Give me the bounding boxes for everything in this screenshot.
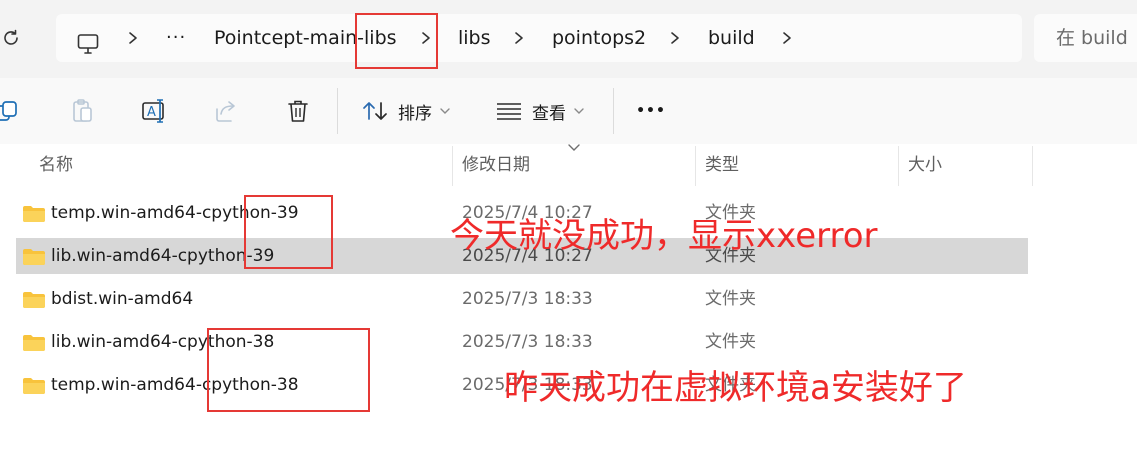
column-header-size[interactable]: 大小 — [908, 144, 942, 186]
annotation-box — [207, 328, 370, 412]
this-pc-button[interactable] — [76, 26, 100, 54]
view-label: 查看 — [532, 103, 566, 124]
paste-icon — [73, 99, 92, 122]
breadcrumb-ellipsis[interactable]: ··· — [166, 14, 186, 62]
search-box[interactable]: 在 build — [1034, 14, 1137, 62]
file-type: 文件夹 — [705, 289, 756, 309]
chevron-right-icon[interactable] — [126, 30, 140, 46]
chevron-down-icon — [440, 108, 450, 114]
column-header-name[interactable]: 名称 — [39, 144, 73, 186]
sort-button[interactable]: 排序 — [362, 95, 450, 127]
column-divider[interactable] — [898, 146, 899, 186]
sort-icon — [363, 102, 387, 120]
svg-text:A: A — [147, 105, 156, 120]
file-row[interactable]: lib.win-amd64-cpython-38 2025/7/3 18:33 … — [16, 324, 1028, 360]
annotation-text-bottom: 昨天成功在虚拟环境a安装好了 — [504, 368, 967, 408]
chevron-right-icon[interactable] — [512, 30, 526, 46]
breadcrumb-item-build[interactable]: build — [708, 14, 755, 62]
file-modified: 2025/7/3 18:33 — [462, 289, 593, 309]
annotation-box — [355, 13, 438, 69]
sort-indicator-icon — [568, 144, 580, 151]
sort-label: 排序 — [398, 103, 432, 124]
file-name: bdist.win-amd64 — [51, 289, 194, 309]
folder-icon — [23, 249, 45, 265]
file-row[interactable]: bdist.win-amd64 2025/7/3 18:33 文件夹 — [16, 281, 1028, 317]
breadcrumb-item-pointops2[interactable]: pointops2 — [552, 14, 646, 62]
file-name: lib.win-amd64-cpython-39 — [51, 246, 275, 266]
refresh-button[interactable] — [0, 26, 22, 50]
folder-icon — [23, 292, 45, 308]
delete-button[interactable] — [284, 95, 312, 127]
chevron-down-icon — [574, 108, 584, 114]
annotation-text-top: 今天就没成功，显示xxerror — [450, 216, 878, 256]
chevron-right-icon[interactable] — [780, 30, 794, 46]
breadcrumb-item-libs[interactable]: libs — [458, 14, 491, 62]
refresh-icon — [4, 29, 18, 45]
computer-icon — [77, 34, 99, 54]
paste-button[interactable] — [68, 95, 96, 127]
copy-button[interactable] — [0, 95, 24, 127]
folder-icon — [23, 378, 45, 394]
share-button[interactable] — [212, 95, 240, 127]
annotation-box — [244, 195, 333, 269]
more-icon: ••• — [636, 103, 666, 119]
toolbar-divider — [613, 88, 614, 134]
search-placeholder: 在 build — [1056, 27, 1128, 49]
toolbar-divider — [337, 88, 338, 134]
column-divider[interactable] — [1032, 146, 1033, 186]
trash-icon — [288, 100, 308, 122]
share-icon — [216, 101, 235, 122]
column-header-row: 名称 修改日期 类型 大小 — [0, 144, 1137, 186]
address-bar: ··· Pointcept-main-libs libs pointops2 b… — [0, 0, 1137, 78]
view-list-icon — [497, 103, 521, 120]
file-modified: 2025/7/3 18:33 — [462, 332, 593, 352]
breadcrumb: ··· Pointcept-main-libs libs pointops2 b… — [56, 14, 1022, 62]
column-header-modified[interactable]: 修改日期 — [462, 144, 530, 186]
file-type: 文件夹 — [705, 332, 756, 352]
folder-icon — [23, 335, 45, 351]
column-header-type[interactable]: 类型 — [705, 144, 739, 186]
column-divider[interactable] — [695, 146, 696, 186]
rename-icon: A — [142, 99, 164, 123]
folder-icon — [23, 206, 45, 222]
rename-button[interactable]: A — [139, 95, 169, 127]
chevron-right-icon[interactable] — [668, 30, 682, 46]
more-options-button[interactable]: ••• — [636, 95, 666, 127]
command-bar: A 排序 查看 ••• — [0, 78, 1137, 144]
column-divider[interactable] — [452, 146, 453, 186]
view-button[interactable]: 查看 — [496, 95, 584, 127]
copy-icon — [0, 101, 17, 121]
